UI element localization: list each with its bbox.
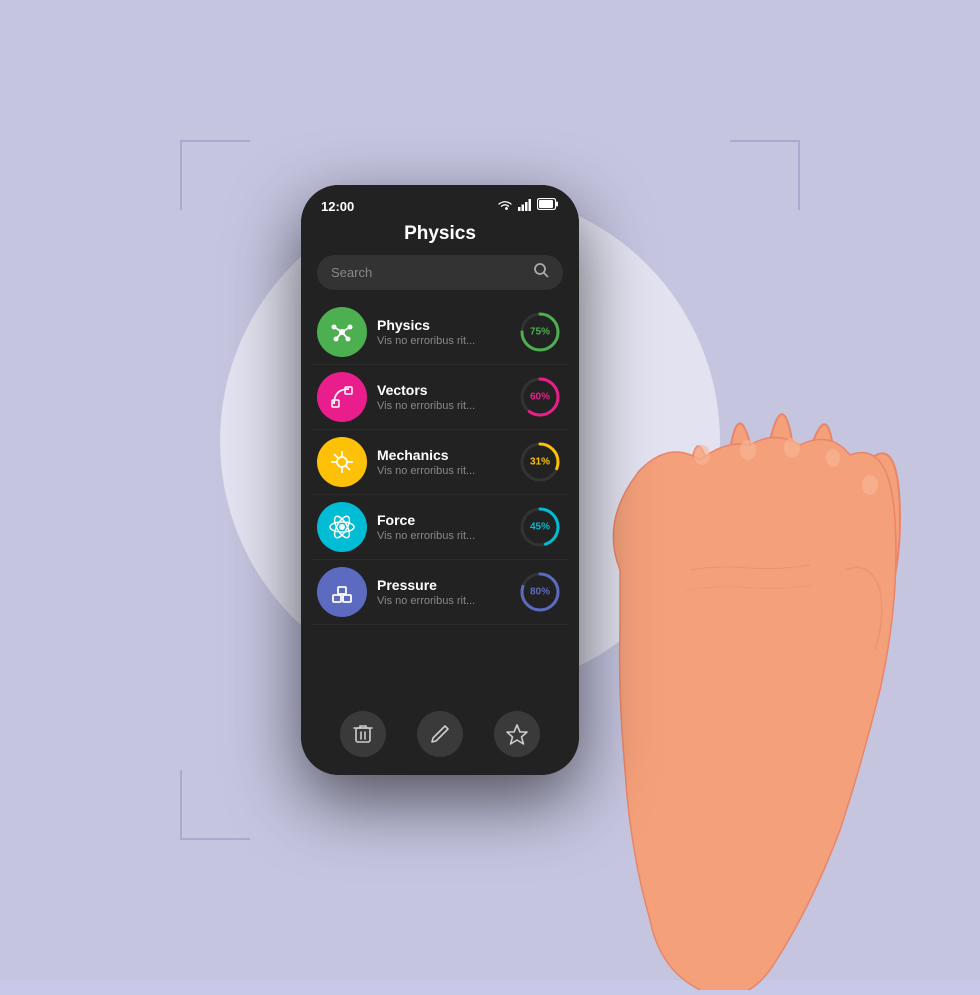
course-item[interactable]: Vectors Vis no erroribus rit... 60% xyxy=(311,365,569,430)
edit-button[interactable] xyxy=(417,711,463,757)
course-item[interactable]: Mechanics Vis no erroribus rit... 31% xyxy=(311,430,569,495)
progress-label: 45% xyxy=(530,522,550,533)
course-item[interactable]: Pressure Vis no erroribus rit... 80% xyxy=(311,560,569,625)
course-info: Vectors Vis no erroribus rit... xyxy=(367,382,517,412)
course-info: Pressure Vis no erroribus rit... xyxy=(367,577,517,607)
course-icon xyxy=(317,372,367,422)
delete-button[interactable] xyxy=(340,711,386,757)
course-name: Physics xyxy=(377,317,507,333)
course-item[interactable]: Force Vis no erroribus rit... 45% xyxy=(311,495,569,560)
wifi-icon xyxy=(497,199,513,214)
phone-screen: 12:00 xyxy=(301,185,579,775)
search-placeholder: Search xyxy=(331,265,534,280)
course-info: Mechanics Vis no erroribus rit... xyxy=(367,447,517,477)
course-name: Mechanics xyxy=(377,447,507,463)
scene: 12:00 xyxy=(140,65,840,915)
signal-icon xyxy=(518,199,532,214)
battery-icon xyxy=(537,197,559,215)
course-list-container: Physics Vis no erroribus rit... 75% Vect… xyxy=(311,300,569,625)
course-icon xyxy=(317,567,367,617)
progress-label: 60% xyxy=(530,392,550,403)
bottom-nav xyxy=(301,703,579,775)
course-desc: Vis no erroribus rit... xyxy=(377,400,507,412)
progress-label: 75% xyxy=(530,327,550,338)
progress-circle: 60% xyxy=(517,374,563,420)
course-item[interactable]: Physics Vis no erroribus rit... 75% xyxy=(311,300,569,365)
course-icon xyxy=(317,307,367,357)
course-icon xyxy=(317,502,367,552)
status-icons xyxy=(497,197,559,215)
app-title: Physics xyxy=(301,219,579,255)
course-info: Physics Vis no erroribus rit... xyxy=(367,317,517,347)
status-bar: 12:00 xyxy=(301,185,579,219)
course-icon xyxy=(317,437,367,487)
phone: 12:00 xyxy=(301,185,579,775)
progress-circle: 31% xyxy=(517,439,563,485)
course-info: Force Vis no erroribus rit... xyxy=(367,512,517,542)
course-name: Pressure xyxy=(377,577,507,593)
course-desc: Vis no erroribus rit... xyxy=(377,335,507,347)
progress-circle: 75% xyxy=(517,309,563,355)
course-desc: Vis no erroribus rit... xyxy=(377,465,507,477)
status-time: 12:00 xyxy=(321,199,354,214)
star-button[interactable] xyxy=(494,711,540,757)
course-name: Force xyxy=(377,512,507,528)
progress-label: 31% xyxy=(530,457,550,468)
course-name: Vectors xyxy=(377,382,507,398)
course-desc: Vis no erroribus rit... xyxy=(377,595,507,607)
course-desc: Vis no erroribus rit... xyxy=(377,530,507,542)
progress-label: 80% xyxy=(530,587,550,598)
progress-circle: 45% xyxy=(517,504,563,550)
course-list: Physics Vis no erroribus rit... 75% Vect… xyxy=(301,300,579,703)
progress-circle: 80% xyxy=(517,569,563,615)
search-icon[interactable] xyxy=(534,263,549,282)
search-bar[interactable]: Search xyxy=(317,255,563,290)
